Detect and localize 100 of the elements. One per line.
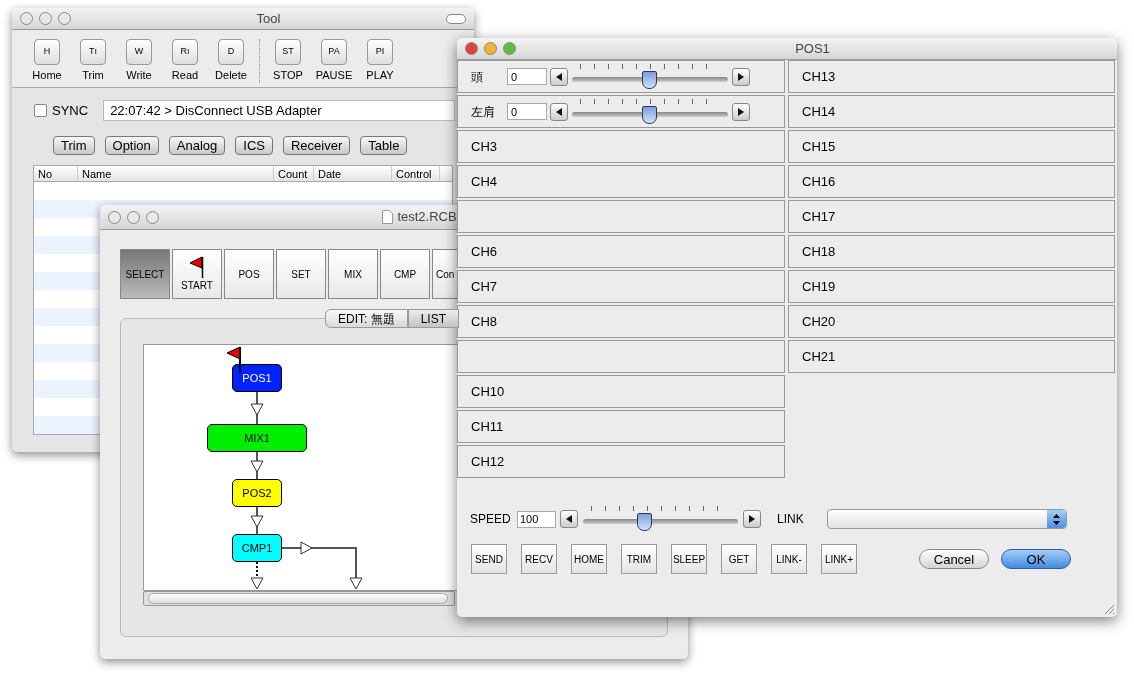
tool-button[interactable]: START (172, 249, 222, 299)
toolbar-button[interactable]: W (126, 39, 152, 65)
step-left-button[interactable] (550, 102, 568, 121)
cancel-button[interactable]: Cancel (919, 549, 989, 569)
view-tab[interactable]: EDIT: 無題 (325, 309, 408, 328)
sync-checkbox[interactable] (34, 104, 47, 117)
column-header[interactable]: Name (78, 166, 274, 181)
view-tab[interactable]: LIST (407, 309, 459, 328)
zoom-button[interactable] (58, 12, 71, 25)
command-button[interactable]: SEND (471, 544, 507, 574)
tab-button[interactable]: Table (360, 136, 408, 155)
channel-label: CH16 (802, 172, 836, 191)
right-triangle-icon (738, 72, 744, 81)
link-dropdown[interactable] (827, 509, 1067, 529)
toolbar-label: Write (126, 68, 152, 83)
column-header[interactable]: Control (392, 166, 440, 181)
close-button[interactable] (465, 42, 478, 55)
channel-label: 頭 (471, 68, 484, 86)
channel-label: CH11 (471, 417, 504, 436)
slider-thumb[interactable] (642, 105, 657, 124)
tool-button[interactable]: POS (224, 249, 274, 299)
connector-arrow (250, 506, 264, 535)
value-field[interactable]: 0 (507, 103, 547, 120)
channel-label: CH17 (802, 207, 836, 226)
left-triangle-icon (556, 72, 562, 81)
toolbar-button[interactable]: PA (321, 39, 347, 65)
flow-node[interactable]: POS2 (232, 479, 282, 507)
minimize-button[interactable] (127, 210, 140, 224)
command-button[interactable]: GET (721, 544, 757, 574)
channel-label: CH19 (802, 277, 836, 296)
speed-field[interactable]: 100 (517, 510, 556, 528)
channel-label: CH20 (802, 312, 836, 331)
channel-label: CH8 (471, 312, 497, 331)
command-button[interactable]: RECV (521, 544, 557, 574)
toolbar-toggle-button[interactable] (446, 13, 466, 24)
horizontal-scrollbar[interactable] (143, 591, 455, 606)
zoom-button[interactable] (146, 210, 159, 224)
tab-button[interactable]: Receiver (283, 136, 351, 155)
slider-track[interactable] (583, 512, 738, 532)
speed-label: SPEED (470, 511, 512, 528)
step-left-button[interactable] (550, 67, 568, 86)
tool-button[interactable]: MIX (328, 249, 378, 299)
channel-label: CH14 (802, 102, 836, 121)
command-button[interactable]: HOME (571, 544, 607, 574)
slider-track[interactable] (572, 69, 728, 90)
flow-node[interactable]: POS1 (232, 364, 282, 392)
toolbar-label: Delete (215, 68, 247, 83)
ok-button[interactable]: OK (1001, 549, 1071, 569)
minimize-button[interactable] (39, 12, 52, 25)
flow-node[interactable]: CMP1 (232, 534, 282, 562)
step-right-button[interactable] (732, 67, 750, 86)
tool-button[interactable]: CMP (380, 249, 430, 299)
flag-icon (189, 255, 205, 278)
column-header[interactable]: Count (274, 166, 314, 181)
minimize-button[interactable] (484, 42, 497, 55)
close-button[interactable] (20, 12, 33, 25)
channel-label: CH7 (471, 277, 497, 296)
flow-node[interactable]: MIX1 (207, 424, 307, 452)
column-header[interactable]: No (34, 166, 78, 181)
toolbar-button[interactable]: PI (367, 39, 393, 65)
tab-button[interactable]: ICS (235, 136, 273, 155)
resize-grip-icon[interactable] (1104, 604, 1115, 615)
toolbar-button[interactable]: D (218, 39, 244, 65)
link-label: LINK (777, 511, 805, 528)
toolbar-button[interactable]: H (34, 39, 60, 65)
status-field[interactable]: 22:07:42 > DisConnect USB Adapter (103, 100, 456, 121)
slider-thumb[interactable] (642, 70, 657, 89)
tab-button[interactable]: Option (104, 136, 159, 155)
value-field[interactable]: 0 (507, 68, 547, 85)
connector-arrow (250, 391, 264, 425)
channel-label: CH13 (802, 67, 836, 86)
toolbar-label: Read (171, 68, 199, 83)
tab-button[interactable]: Analog (168, 136, 226, 155)
close-button[interactable] (108, 210, 121, 224)
command-button[interactable]: LINK- (771, 544, 807, 574)
slider-track[interactable] (572, 104, 728, 125)
toolbar-button[interactable]: ST (275, 39, 301, 65)
step-right-button[interactable] (732, 102, 750, 121)
channel-label: CH15 (802, 137, 836, 156)
tool-button[interactable]: SET (276, 249, 326, 299)
channel-label: CH6 (471, 242, 497, 261)
channel-label: 左肩 (471, 103, 496, 121)
channel-label: CH10 (471, 382, 505, 401)
channel-label: CH12 (471, 452, 505, 471)
command-button[interactable]: LINK+ (821, 544, 857, 574)
tab-button[interactable]: Trim (53, 136, 95, 155)
slider-thumb[interactable] (637, 513, 652, 531)
command-button[interactable]: TRIM (621, 544, 657, 574)
window-title: test2.RCB (397, 208, 457, 227)
toolbar-button[interactable]: Tı (80, 39, 106, 65)
column-header[interactable]: Date (314, 166, 392, 181)
toolbar-button[interactable]: Rı (172, 39, 198, 65)
step-left-button[interactable] (560, 510, 578, 528)
tool-button[interactable]: SELECT (120, 249, 170, 299)
zoom-button[interactable] (503, 42, 516, 55)
command-button[interactable]: SLEEP (671, 544, 707, 574)
step-right-button[interactable] (743, 510, 761, 528)
toolbar-label: PAUSE (315, 68, 353, 83)
channel-label: CH18 (802, 242, 836, 261)
tool-button[interactable]: Con (432, 249, 457, 299)
